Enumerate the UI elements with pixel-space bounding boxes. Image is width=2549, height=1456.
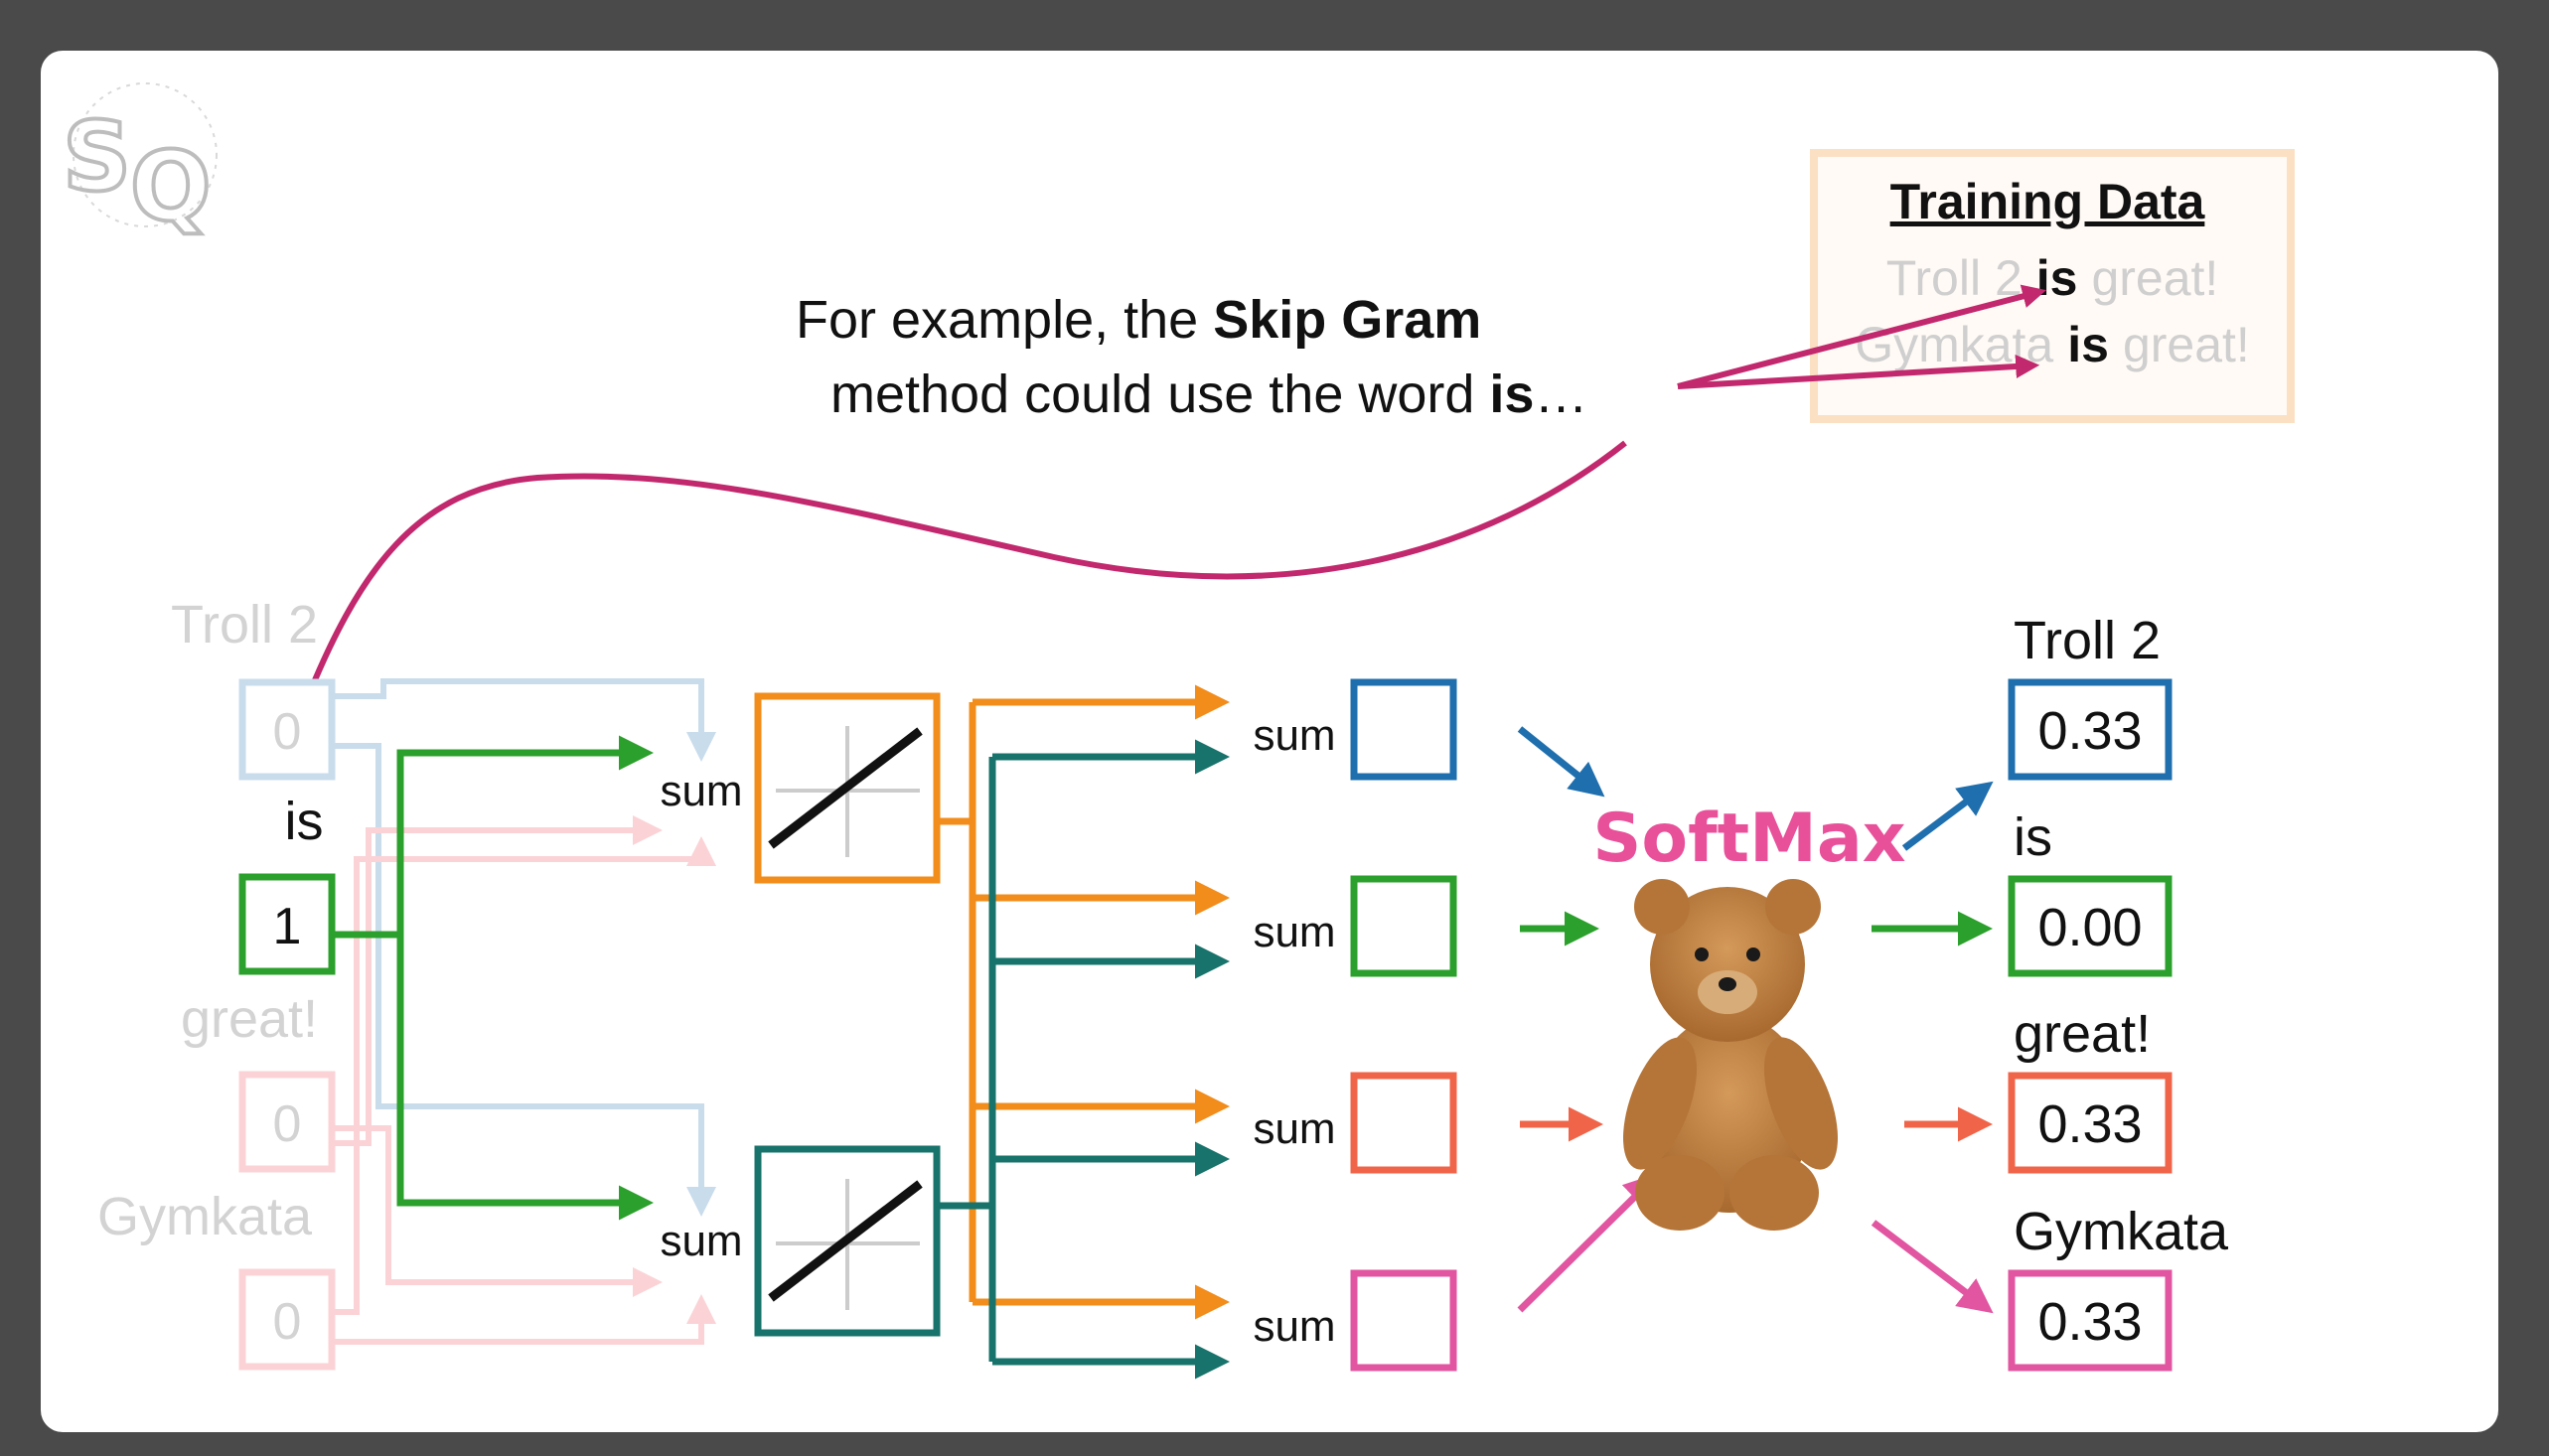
output-value-gymkata: 0.33 <box>2037 1292 2142 1352</box>
training-data-title: Training Data <box>1890 174 2206 229</box>
statquest-logo-icon: S Q <box>61 82 218 244</box>
slide: S Q For example, the Skip Gram method co… <box>41 51 2498 1432</box>
output-label-is: is <box>2014 807 2052 867</box>
output-value-is: 0.00 <box>2037 898 2142 957</box>
output-value-troll2: 0.33 <box>2037 701 2142 761</box>
hidden-sum-label-top: sum <box>660 767 742 815</box>
output-sum-label-2: sum <box>1253 908 1335 956</box>
input-value-gymkata: 0 <box>273 1293 302 1351</box>
output-label-great: great! <box>2014 1004 2151 1064</box>
output-sum-label-3: sum <box>1253 1104 1335 1153</box>
hidden-sum-label-bottom: sum <box>660 1217 742 1265</box>
output-sum-box-1 <box>1350 678 1457 781</box>
training-data-box: Training Data Troll 2 is great! Gymkata is g… <box>1810 149 2295 423</box>
input-label-gymkata: Gymkata <box>97 1187 313 1246</box>
teal-connections <box>937 739 1230 1380</box>
pointer-arrows <box>295 284 2046 721</box>
input-label-troll2: Troll 2 <box>171 595 318 655</box>
activation-top <box>754 692 941 884</box>
output-label-troll2: Troll 2 <box>2014 611 2161 670</box>
input-label-great: great! <box>181 989 318 1049</box>
output-sum-box-2 <box>1350 875 1457 977</box>
output-sum-box-3 <box>1350 1072 1457 1174</box>
neural-network-diagram: S Q For example, the Skip Gram method co… <box>61 82 2295 1380</box>
output-sums: sum sum sum sum <box>1253 678 1457 1372</box>
output-value-great: 0.33 <box>2037 1094 2142 1154</box>
input-value-great: 0 <box>273 1095 302 1153</box>
faded-connections <box>332 678 716 1345</box>
activation-bottom <box>754 1145 941 1337</box>
orange-connections <box>937 684 1230 1320</box>
input-value-is: 1 <box>273 898 302 955</box>
caption-line-1: For example, the Skip Gram <box>796 290 1481 350</box>
input-value-troll2: 0 <box>273 703 302 761</box>
output-sum-box-4 <box>1350 1269 1457 1372</box>
input-layer: Troll 2 0 is 1 great! 0 Gymkata 0 <box>97 595 336 1371</box>
softmax-label: SoftMax <box>1592 800 1905 878</box>
output-sum-label-1: sum <box>1253 711 1335 760</box>
teddy-bear-icon <box>1623 879 1838 1231</box>
output-sum-label-4: sum <box>1253 1302 1335 1351</box>
output-layer: Troll 2 0.33 is 0.00 great! 0.33 Gymkata… <box>2008 611 2229 1372</box>
caption-line-2: method could use the word is… <box>830 364 1587 424</box>
training-row-1: Troll 2 is great! <box>1886 250 2219 306</box>
svg-text:Q: Q <box>130 131 212 242</box>
svg-text:S: S <box>63 101 131 213</box>
input-label-is: is <box>285 792 324 851</box>
output-label-gymkata: Gymkata <box>2014 1202 2229 1261</box>
